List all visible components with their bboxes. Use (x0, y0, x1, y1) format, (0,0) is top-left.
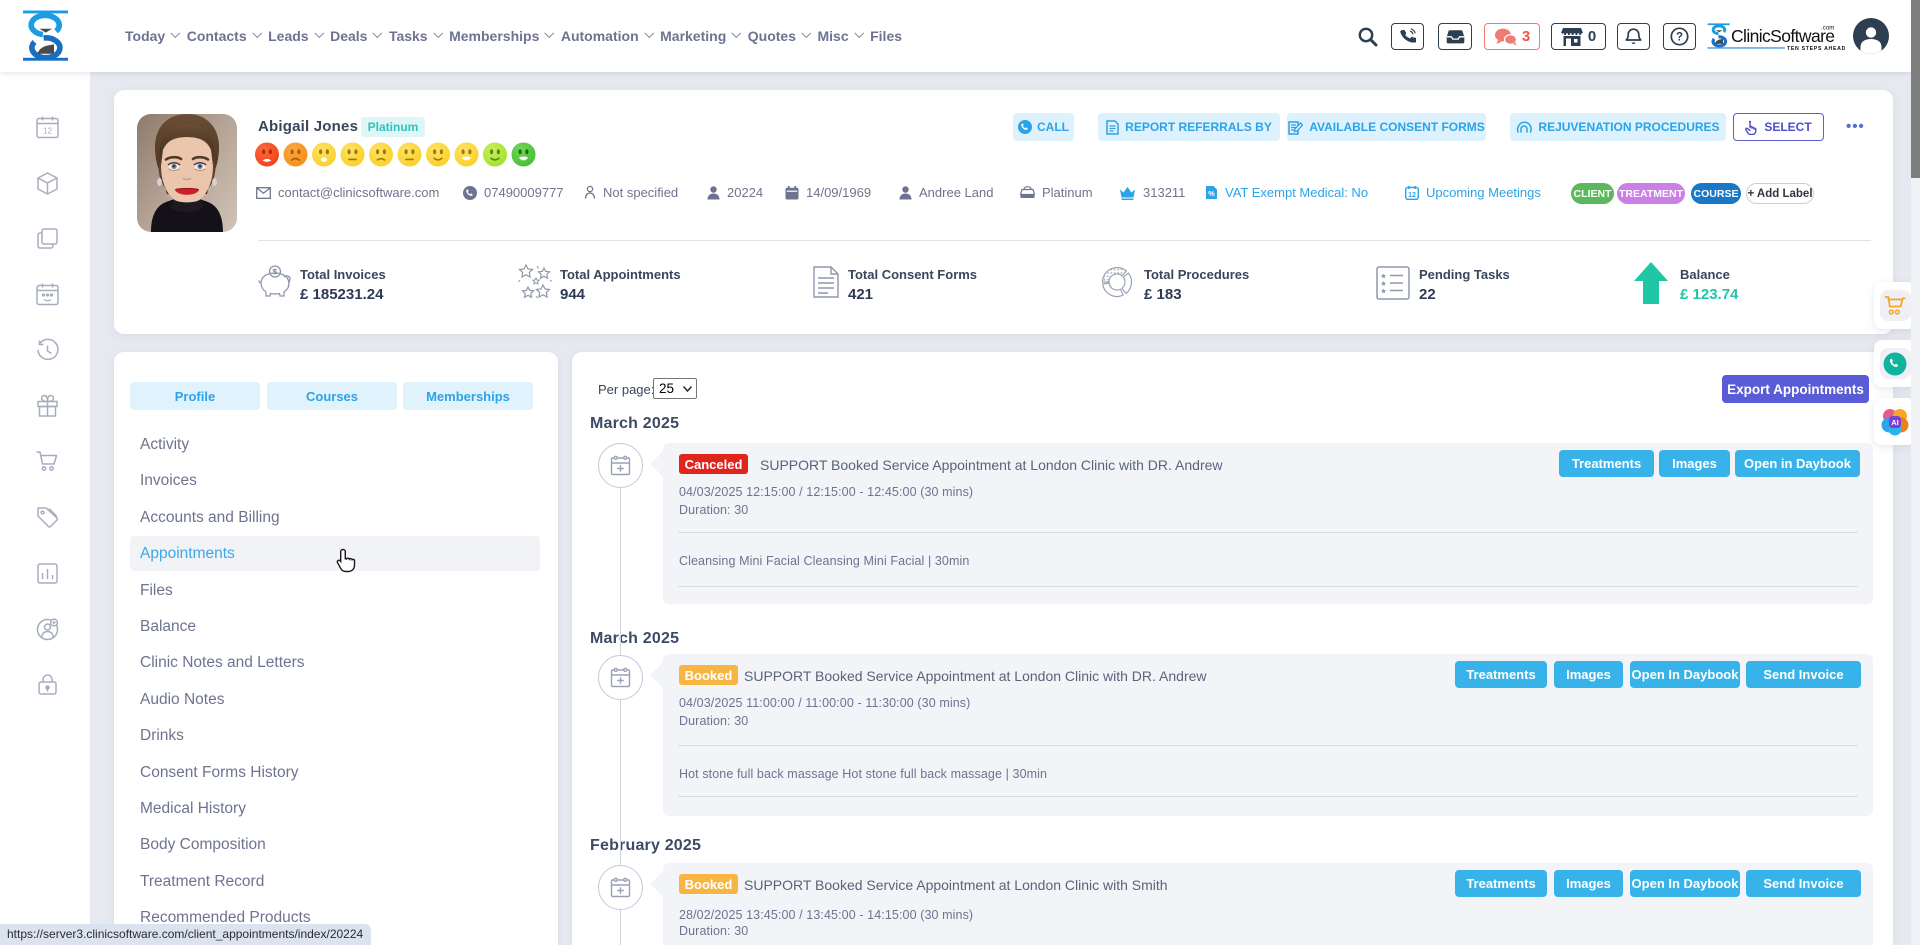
svg-text:.com: .com (1821, 25, 1834, 32)
svg-text:AI: AI (1891, 417, 1899, 426)
svg-text:12: 12 (1408, 192, 1416, 199)
svg-text:?: ? (1676, 32, 1683, 44)
svg-text:12: 12 (43, 127, 52, 136)
svg-text:%: % (1208, 189, 1215, 198)
svg-text:TEN STEPS AHEAD: TEN STEPS AHEAD (1787, 46, 1845, 52)
svg-text:ClinicSoftware: ClinicSoftware (1731, 26, 1834, 46)
